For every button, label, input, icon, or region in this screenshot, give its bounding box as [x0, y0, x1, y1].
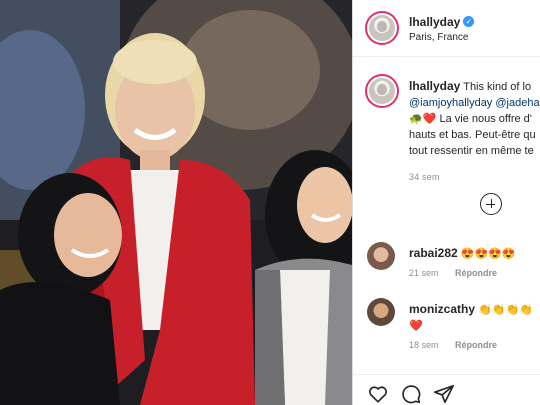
load-more-comments-icon[interactable] [480, 193, 502, 215]
share-icon[interactable] [432, 383, 456, 405]
commenter-avatar[interactable] [367, 298, 395, 326]
caption-line-3: La vie nous offre d' [439, 113, 532, 125]
caption-line-4: hauts et bas. Peut-être qu [409, 129, 536, 141]
caption-mentions[interactable]: @iamjoyhallyday @jadeha [409, 95, 540, 111]
heart-icon[interactable] [366, 383, 390, 405]
author-username[interactable]: lhallyday [409, 15, 460, 29]
commenter-avatar[interactable] [367, 242, 395, 270]
comment-time[interactable]: 21 sem [409, 268, 439, 278]
caption-line-5: tout ressentir en même te [409, 145, 534, 157]
verified-badge-icon: ✓ [463, 16, 475, 28]
caption-username[interactable]: lhallyday [409, 79, 460, 93]
comment-text-line-2: ❤️ [409, 320, 423, 332]
caption-line-1: This kind of lo [463, 81, 532, 93]
post-photo[interactable] [0, 0, 352, 405]
reply-button[interactable]: Répondre [455, 268, 497, 278]
photo-illustration [0, 0, 352, 405]
comment-time[interactable]: 18 sem [409, 340, 439, 350]
post-caption: lhallyday This kind of lo @iamjoyhallyda… [409, 78, 540, 185]
caption-author-avatar[interactable] [365, 74, 399, 108]
post-sidebar: lhallyday ✓ Paris, France lhallyday This … [352, 0, 540, 405]
caption-emojis: 🐢❤️ [409, 113, 437, 125]
comment-text: 👏👏👏👏 [478, 304, 533, 316]
caption-timestamp[interactable]: 34 sem [409, 169, 540, 185]
comment-username[interactable]: monizcathy [409, 302, 475, 316]
post-header: lhallyday ✓ Paris, France [353, 0, 540, 57]
post-location[interactable]: Paris, France [409, 32, 468, 43]
comment-username[interactable]: rabai282 [409, 246, 458, 260]
author-avatar[interactable] [365, 11, 399, 45]
reply-button[interactable]: Répondre [455, 340, 497, 350]
comment-icon[interactable] [399, 383, 423, 405]
comment-text: 😍😍😍😍 [460, 248, 516, 260]
post-actions-bar [353, 374, 540, 405]
